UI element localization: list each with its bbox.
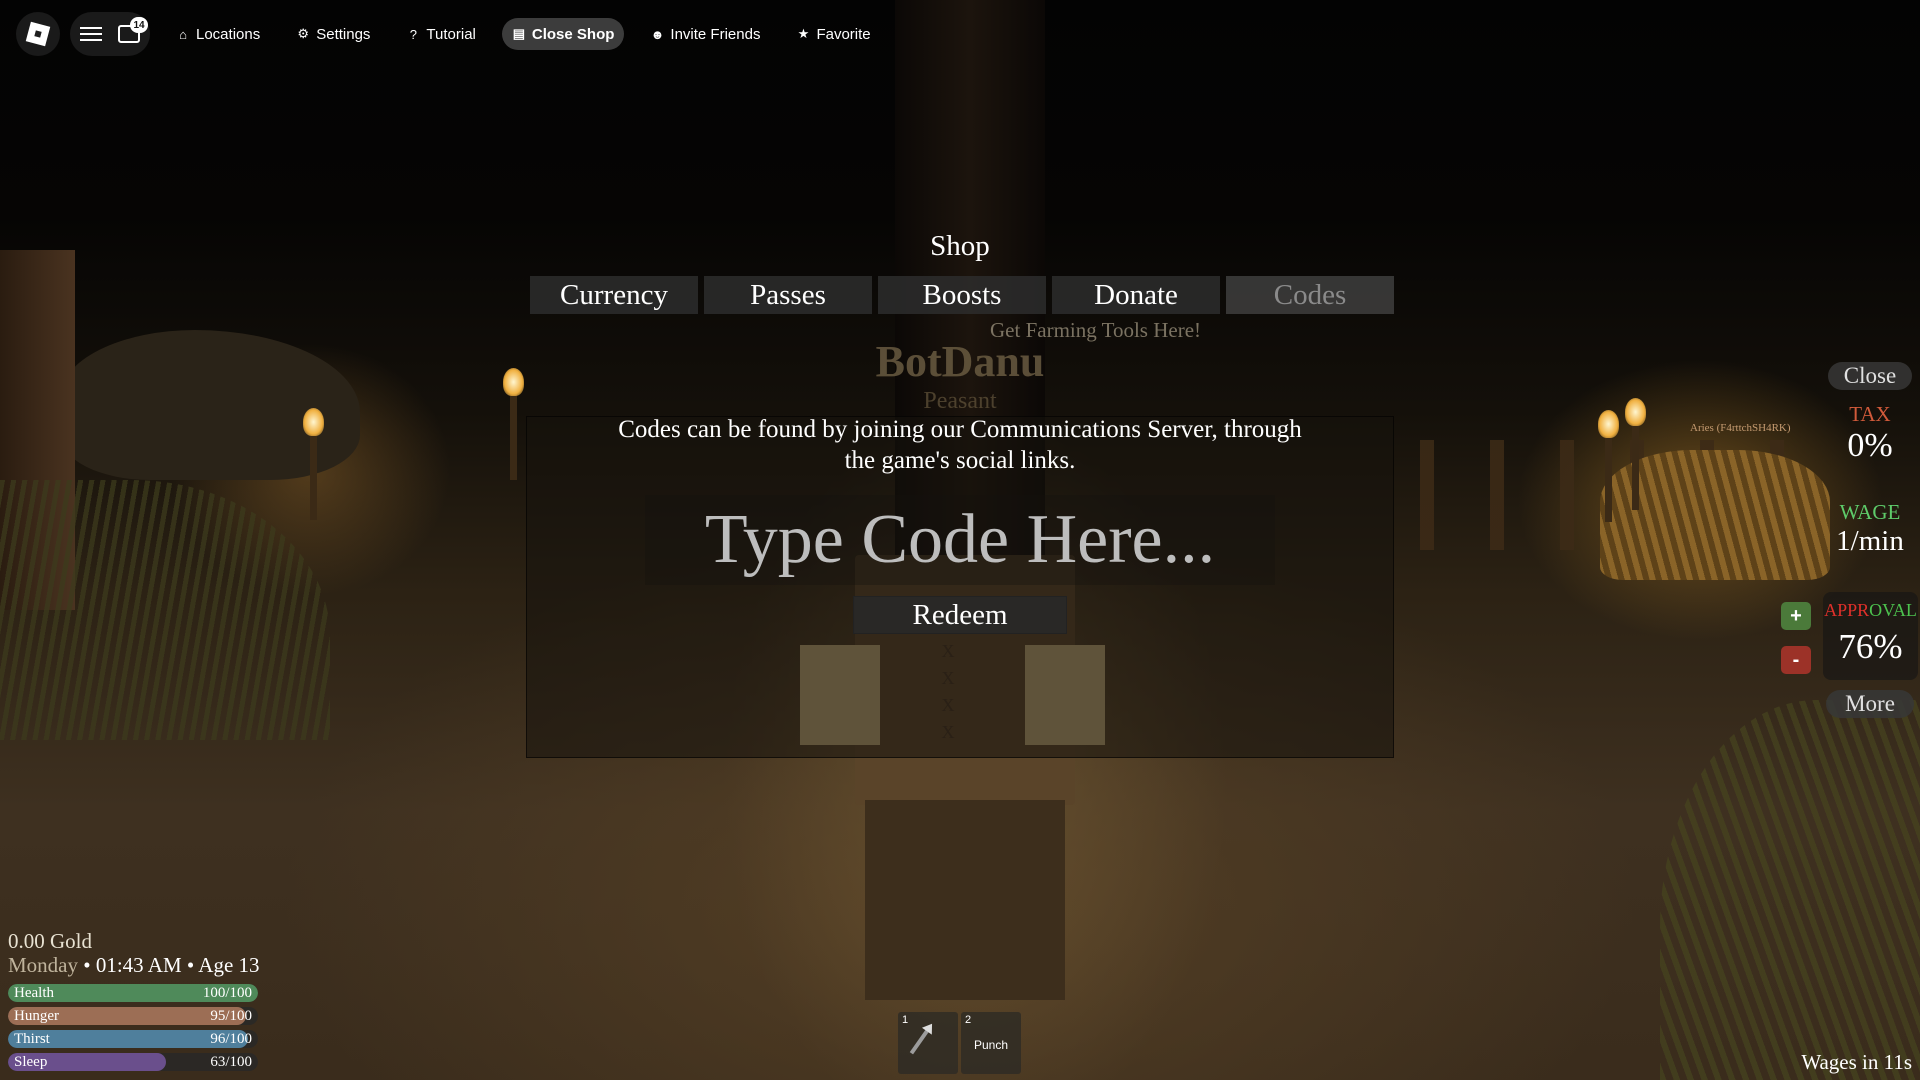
hamburger-icon[interactable]: [80, 27, 102, 41]
npc-role: Peasant: [923, 388, 997, 414]
tax-display: TAX 0%: [1822, 402, 1918, 465]
thirst-bar: Thirst 96/100: [8, 1030, 258, 1048]
hotbar: 1 2 Punch: [898, 1012, 1021, 1074]
x-mark: X: [941, 668, 955, 688]
notification-badge: 14: [130, 17, 148, 33]
date-time-age: Monday • 01:43 AM • Age 13: [8, 953, 260, 978]
character-legs: [865, 800, 1065, 1000]
friends-icon: ☻: [650, 26, 665, 42]
hotbar-slot-2[interactable]: 2 Punch: [961, 1012, 1021, 1074]
time-age-label: • 01:43 AM • Age 13: [78, 953, 260, 977]
roblox-topbar: 14 ⌂ Locations ⚙ Settings ? Tutorial ▤ C…: [16, 12, 881, 56]
pin-icon: ⌂: [179, 26, 187, 42]
tab-passes[interactable]: Passes: [704, 276, 872, 314]
spear-icon: [909, 1027, 931, 1055]
shop-title: Shop: [930, 230, 990, 262]
slot-number: 1: [902, 1014, 909, 1026]
approval-label-part: OVAL: [1869, 600, 1917, 620]
day-label: Monday: [8, 953, 78, 977]
x-mark: X: [941, 695, 955, 715]
grass-left: [0, 480, 330, 740]
thirst-value: 96/100: [210, 1031, 252, 1047]
tax-value: 0%: [1847, 427, 1893, 464]
chat-icon[interactable]: 14: [118, 17, 148, 43]
approval-display: APPROVAL 76%: [1823, 592, 1918, 680]
tax-label: TAX: [1849, 402, 1891, 426]
favorite-button[interactable]: ★ Favorite: [786, 18, 880, 50]
question-icon: ?: [409, 26, 418, 42]
menu-chat-group: 14: [70, 12, 150, 56]
hunger-value: 95/100: [210, 1008, 252, 1024]
locations-button[interactable]: ⌂ Locations: [166, 18, 270, 50]
favorite-label: Favorite: [816, 25, 871, 43]
wages-timer: Wages in 11s: [1801, 1050, 1912, 1074]
shop-tabs: Currency Passes Boosts Donate Codes: [530, 276, 1394, 314]
torch: [1598, 410, 1619, 522]
hunger-label: Hunger: [14, 1008, 59, 1024]
torch: [503, 368, 524, 480]
health-value: 100/100: [202, 985, 252, 1001]
redeem-button[interactable]: Redeem: [853, 596, 1067, 634]
settings-label: Settings: [316, 25, 371, 43]
tutorial-label: Tutorial: [426, 25, 476, 43]
character-laces: X X X X: [938, 638, 958, 746]
tab-boosts[interactable]: Boosts: [878, 276, 1046, 314]
approval-minus-button[interactable]: -: [1781, 646, 1811, 674]
torch: [303, 408, 324, 520]
tab-donate[interactable]: Donate: [1052, 276, 1220, 314]
torch: [1625, 398, 1646, 510]
shop-icon: ▤: [512, 26, 526, 41]
invite-friends-label: Invite Friends: [670, 25, 761, 43]
x-mark: X: [941, 641, 955, 661]
slot-number: 2: [965, 1014, 972, 1026]
grass-right: [1660, 700, 1920, 1080]
settings-button[interactable]: ⚙ Settings: [286, 18, 380, 50]
npc-name: BotDanu: [875, 337, 1045, 386]
wage-value: 1/min: [1836, 525, 1904, 557]
star-icon: ★: [797, 26, 810, 41]
sleep-value: 63/100: [210, 1054, 252, 1070]
gear-icon: ⚙: [297, 26, 310, 41]
locations-label: Locations: [196, 25, 261, 43]
hotbar-slot-1[interactable]: 1: [898, 1012, 958, 1074]
tab-codes[interactable]: Codes: [1226, 276, 1394, 314]
sleep-label: Sleep: [14, 1054, 48, 1070]
close-shop-button[interactable]: ▤ Close Shop: [501, 18, 625, 50]
invite-friends-button[interactable]: ☻ Invite Friends: [640, 18, 770, 50]
tab-currency[interactable]: Currency: [530, 276, 698, 314]
close-shop-label: Close Shop: [531, 25, 615, 43]
approval-label-part: APPR: [1824, 600, 1870, 620]
code-input[interactable]: [645, 495, 1275, 585]
wage-display: WAGE 1/min: [1822, 500, 1918, 558]
health-bar: Health 100/100: [8, 984, 258, 1002]
gold-balance: 0.00 Gold: [8, 929, 92, 953]
slot-label: Punch: [973, 1038, 1009, 1052]
approval-label: APPROVAL: [1823, 600, 1918, 621]
status-bars: Health 100/100 Hunger 95/100 Thirst 96/1…: [8, 984, 258, 1076]
approval-value: 76%: [1838, 627, 1903, 666]
approval-plus-button[interactable]: +: [1781, 602, 1811, 630]
thirst-label: Thirst: [14, 1031, 50, 1047]
x-mark: X: [941, 722, 955, 742]
roblox-menu-button[interactable]: [16, 12, 60, 56]
sleep-bar: Sleep 63/100: [8, 1053, 258, 1071]
health-label: Health: [14, 985, 54, 1001]
player-nametag: Aries (F4rttchSH4RK): [1690, 422, 1791, 434]
codes-info-text: Codes can be found by joining our Commun…: [618, 416, 1302, 474]
roblox-logo-icon: [25, 21, 51, 47]
more-button[interactable]: More: [1826, 690, 1914, 718]
wage-label: WAGE: [1839, 500, 1901, 524]
tutorial-button[interactable]: ? Tutorial: [396, 18, 485, 50]
close-button[interactable]: Close: [1828, 362, 1912, 390]
hunger-bar: Hunger 95/100: [8, 1007, 258, 1025]
